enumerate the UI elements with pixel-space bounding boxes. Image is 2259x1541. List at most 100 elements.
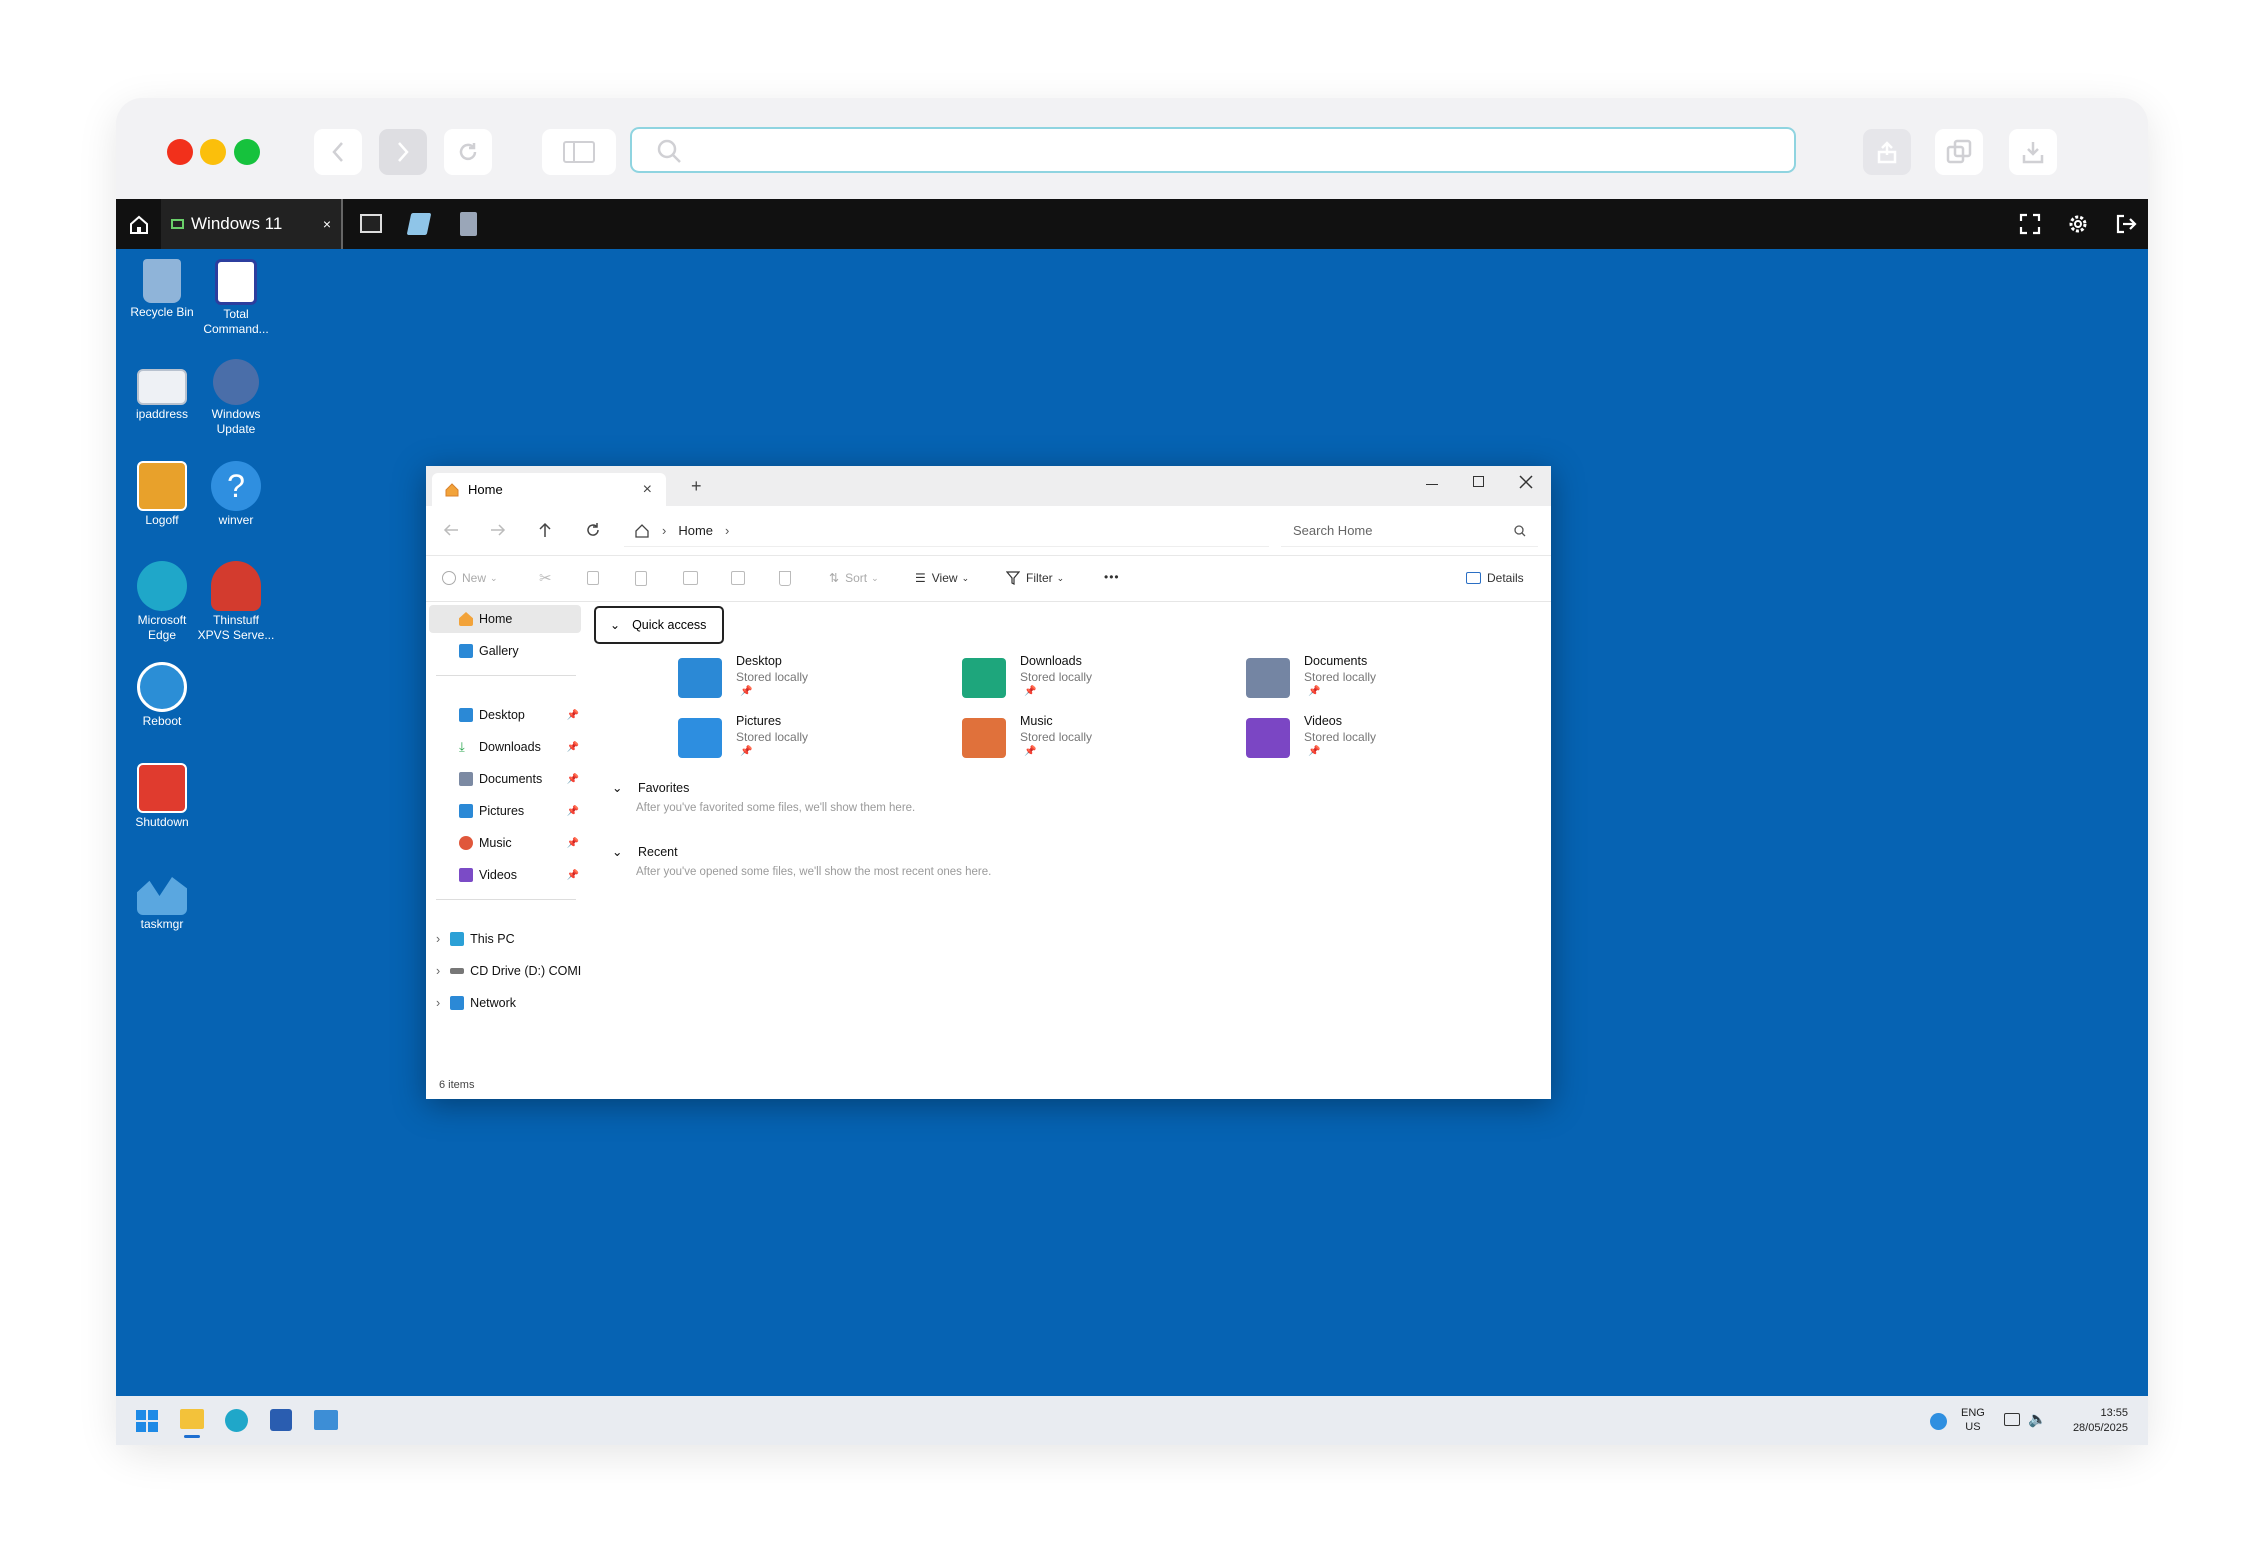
folder-videos[interactable]: Videos Stored locally 📌 <box>1246 714 1496 766</box>
recent-header[interactable]: ⌄ Recent <box>612 844 678 859</box>
viewer-tab-close[interactable]: × <box>323 216 331 232</box>
tabs-button[interactable] <box>1935 129 1983 175</box>
minimize-button[interactable] <box>1426 484 1438 485</box>
settings-icon[interactable] <box>2067 213 2089 235</box>
back-button[interactable] <box>314 129 362 175</box>
viewer-tab-windows11[interactable]: Windows 11 × <box>161 199 343 249</box>
network-status-icon[interactable] <box>1930 1413 1947 1430</box>
quick-access-title: Quick access <box>632 618 707 632</box>
desktop-icon-taskmgr[interactable]: taskmgr <box>123 867 201 932</box>
cut-icon[interactable]: ✂ <box>539 569 552 587</box>
nav-item-documents[interactable]: Documents 📌 <box>459 765 579 793</box>
details-button[interactable]: Details <box>1466 571 1524 585</box>
volume-icon[interactable]: 🔈 <box>2028 1410 2047 1428</box>
sort-button[interactable]: ⇅ Sort ⌄ <box>829 571 879 585</box>
filter-button[interactable]: Filter ⌄ <box>1006 571 1064 585</box>
chevron-right-icon[interactable]: › <box>436 932 440 946</box>
remote-desktop-viewer[interactable]: Windows 11 × Recycle Bin Total Command..… <box>116 199 2148 1445</box>
folder-desktop[interactable]: Desktop Stored locally 📌 <box>678 654 928 706</box>
desktop-icon-ipaddress[interactable]: ipaddress <box>123 361 201 422</box>
address-bar[interactable] <box>630 127 1796 173</box>
start-button[interactable] <box>136 1410 158 1432</box>
pin-icon: 📌 <box>1308 686 1321 697</box>
back-arrow-icon[interactable] <box>443 522 459 538</box>
folder-documents[interactable]: Documents Stored locally 📌 <box>1246 654 1496 706</box>
pin-icon: 📌 <box>740 686 753 697</box>
nav-item-network[interactable]: › Network <box>436 989 516 1017</box>
nav-item-home[interactable]: Home <box>429 605 581 633</box>
breadcrumb[interactable]: › Home › <box>624 515 1269 547</box>
edge-taskbar-icon[interactable] <box>225 1409 248 1432</box>
nav-item-music[interactable]: Music 📌 <box>459 829 579 857</box>
close-dot[interactable] <box>167 139 193 165</box>
logout-icon[interactable] <box>2115 213 2137 235</box>
forward-button[interactable] <box>379 129 427 175</box>
maximize-dot[interactable] <box>234 139 260 165</box>
nav-item-pictures[interactable]: Pictures 📌 <box>459 797 579 825</box>
rename-icon[interactable] <box>683 571 698 585</box>
status-bar: 6 items <box>439 1079 475 1091</box>
explorer-titlebar: Home × + <box>426 466 1551 506</box>
favorites-header[interactable]: ⌄ Favorites <box>612 780 689 795</box>
delete-icon[interactable] <box>779 571 791 586</box>
more-options-button[interactable]: ••• <box>1104 570 1120 584</box>
nav-item-desktop[interactable]: Desktop 📌 <box>459 701 579 729</box>
clock[interactable]: 13:55 28/05/2025 <box>2056 1406 2128 1436</box>
copy-icon[interactable] <box>587 571 599 585</box>
chevron-down-icon: ⌄ <box>610 618 621 632</box>
desktop-icon-logoff[interactable]: Logoff <box>123 461 201 528</box>
up-arrow-icon[interactable] <box>537 522 553 538</box>
display-icon[interactable] <box>2004 1413 2020 1426</box>
taskmgr-taskbar-icon[interactable] <box>314 1410 338 1430</box>
maximize-button[interactable] <box>1473 476 1484 487</box>
refresh-icon[interactable] <box>585 522 601 538</box>
desktop-icon-windows-update[interactable]: Windows Update <box>197 359 275 437</box>
download-button[interactable] <box>2009 129 2057 175</box>
calculator-app-icon[interactable] <box>460 212 477 236</box>
forward-arrow-icon[interactable] <box>490 522 506 538</box>
new-tab-button[interactable]: + <box>691 476 702 497</box>
desktop-icon-shutdown[interactable]: Shutdown <box>123 763 201 830</box>
desktop-icon-winver[interactable]: ? winver <box>197 461 275 528</box>
recent-title: Recent <box>637 845 678 859</box>
file-explorer-taskbar-icon[interactable] <box>180 1409 204 1429</box>
nav-item-videos[interactable]: Videos 📌 <box>459 861 579 889</box>
close-icon[interactable] <box>1519 475 1533 489</box>
paste-icon[interactable] <box>635 571 647 586</box>
language-indicator[interactable]: ENG US <box>1961 1406 1985 1434</box>
store-taskbar-icon[interactable] <box>270 1409 292 1431</box>
nav-item-downloads[interactable]: ⤓ Downloads 📌 <box>459 733 579 761</box>
view-button[interactable]: ☰ View ⌄ <box>915 571 969 585</box>
folder-downloads[interactable]: Downloads Stored locally 📌 <box>962 654 1212 706</box>
search-input[interactable]: Search Home <box>1281 515 1538 547</box>
folder-name: Documents <box>1304 654 1368 668</box>
terminal-app-icon[interactable] <box>360 214 382 233</box>
explorer-tab-home[interactable]: Home × <box>432 473 666 506</box>
desktop-icon-edge[interactable]: Microsoft Edge <box>123 561 201 643</box>
chevron-right-icon[interactable]: › <box>436 964 440 978</box>
desktop-icon-recycle-bin[interactable]: Recycle Bin <box>123 259 201 320</box>
folder-music[interactable]: Music Stored locally 📌 <box>962 714 1212 766</box>
chevron-right-icon[interactable]: › <box>436 996 440 1010</box>
explorer-tab-close[interactable]: × <box>643 481 652 499</box>
desktop-icon-thinstuff[interactable]: Thinstuff XPVS Serve... <box>197 561 275 643</box>
nav-item-gallery[interactable]: Gallery <box>459 637 519 665</box>
nav-item-this-pc[interactable]: › This PC <box>436 925 515 953</box>
share-button[interactable] <box>1863 129 1911 175</box>
quick-access-header[interactable]: ⌄ Quick access <box>594 606 724 644</box>
nav-item-cd-drive[interactable]: › CD Drive (D:) COMI <box>436 957 581 985</box>
desktop-icon-reboot[interactable]: Reboot <box>123 662 201 729</box>
fullscreen-icon[interactable] <box>2019 213 2041 235</box>
sidebar-button[interactable] <box>542 129 616 175</box>
folder-status: Stored locally <box>1304 670 1377 684</box>
share-icon <box>1877 141 1897 164</box>
breadcrumb-home[interactable]: Home <box>678 523 713 538</box>
share-icon[interactable] <box>731 571 745 585</box>
desktop-icon-total-commander[interactable]: Total Command... <box>197 259 275 337</box>
folder-pictures[interactable]: Pictures Stored locally 📌 <box>678 714 928 766</box>
notepad-app-icon[interactable] <box>406 213 432 235</box>
minimize-dot[interactable] <box>200 139 226 165</box>
reload-button[interactable] <box>444 129 492 175</box>
home-icon[interactable] <box>128 213 150 235</box>
new-button[interactable]: New ⌄ <box>442 571 498 585</box>
